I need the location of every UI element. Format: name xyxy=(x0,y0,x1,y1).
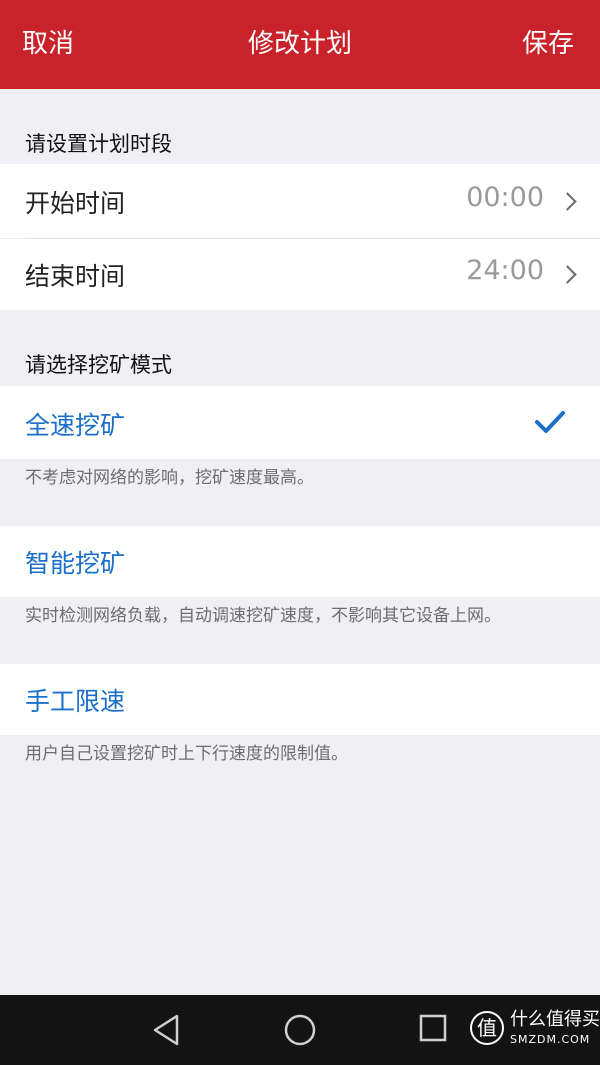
watermark-text: 什么值得买 xyxy=(510,1009,600,1030)
mode-option-label: 智能挖矿 xyxy=(25,549,126,578)
start-time-row[interactable]: 开始时间 00:00 xyxy=(0,164,600,238)
time-section-title: 请设置计划时段 xyxy=(25,132,172,156)
page-title: 修改计划 xyxy=(247,29,352,59)
mode-option-full-speed[interactable]: 全速挖矿 xyxy=(0,386,600,459)
start-time-value: 00:00 xyxy=(466,182,544,213)
checkmark-icon xyxy=(535,411,565,433)
watermark-subtext: SMZDM.COM xyxy=(510,1033,591,1046)
chevron-right-icon xyxy=(558,265,577,284)
mode-option-label: 手工限速 xyxy=(25,687,126,716)
chevron-right-icon xyxy=(558,192,577,211)
mode-option-description: 实时检测网络负载，自动调速挖矿速度，不影响其它设备上网。 xyxy=(25,606,501,626)
end-time-label: 结束时间 xyxy=(25,262,126,291)
watermark-logo: 值 xyxy=(470,1011,504,1045)
system-navigation-bar: 值 什么值得买 SMZDM.COM xyxy=(0,995,600,1065)
mode-option-smart[interactable]: 智能挖矿 xyxy=(0,526,600,597)
watermark: 值 什么值得买 SMZDM.COM xyxy=(470,1009,600,1049)
recents-square-icon[interactable] xyxy=(418,1013,448,1043)
mode-option-label: 全速挖矿 xyxy=(25,411,126,440)
mode-option-manual-limit[interactable]: 手工限速 xyxy=(0,664,600,735)
mode-option-description: 不考虑对网络的影响，挖矿速度最高。 xyxy=(25,468,314,488)
home-circle-icon[interactable] xyxy=(283,1013,317,1047)
mode-section-title: 请选择挖矿模式 xyxy=(25,353,172,377)
end-time-value: 24:00 xyxy=(466,255,544,286)
start-time-label: 开始时间 xyxy=(25,189,126,218)
top-bar: 取消 修改计划 保存 xyxy=(0,0,600,89)
mode-option-description: 用户自己设置挖矿时上下行速度的限制值。 xyxy=(25,744,348,764)
end-time-row[interactable]: 结束时间 24:00 xyxy=(0,239,600,310)
back-triangle-icon[interactable] xyxy=(150,1013,182,1047)
save-button[interactable]: 保存 xyxy=(522,24,574,64)
